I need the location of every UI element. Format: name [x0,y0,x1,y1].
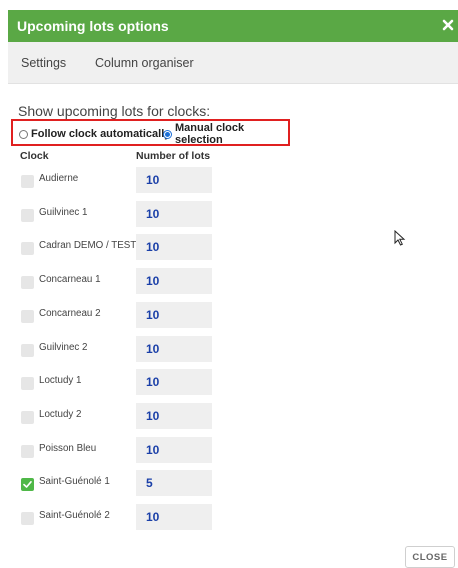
radio-follow-clock-label: Follow clock automatically [31,128,171,140]
radio-manual-selection[interactable]: Manual clock selection [163,122,288,146]
clock-name: Audierne [39,173,79,184]
clock-name: Saint-Guénolé 2 [39,510,110,521]
clock-mode-group: Follow clock automatically Manual clock … [11,119,290,146]
clock-name: Cadran DEMO / TEST [39,240,137,251]
table-row: Concarneau 1 10 [0,268,300,294]
clock-checkbox[interactable] [21,276,34,289]
close-x-icon[interactable] [440,16,456,34]
clock-checkbox[interactable] [21,344,34,357]
lots-input[interactable]: 10 [136,504,212,530]
clock-checkbox[interactable] [21,377,34,390]
dialog-title: Upcoming lots options [17,18,169,34]
column-header-lots: Number of lots [136,150,211,162]
radio-unselected-icon[interactable] [19,129,28,139]
lots-input[interactable]: 10 [136,268,212,294]
checkmark-icon [23,481,32,488]
clock-checkbox-checked[interactable] [21,478,34,491]
clock-name: Guilvinec 1 [39,207,88,218]
lots-input[interactable]: 10 [136,369,212,395]
section-heading: Show upcoming lots for clocks: [18,103,211,119]
tab-column-organiser[interactable]: Column organiser [95,56,194,70]
lots-input[interactable]: 10 [136,403,212,429]
lots-input[interactable]: 10 [136,437,212,463]
radio-selected-icon[interactable] [163,129,172,139]
lots-input[interactable]: 10 [136,167,212,193]
clock-checkbox[interactable] [21,310,34,323]
clock-name: Concarneau 2 [39,308,101,319]
table-row: Guilvinec 2 10 [0,336,300,362]
clock-checkbox[interactable] [21,445,34,458]
lots-input[interactable]: 10 [136,302,212,328]
clock-checkbox[interactable] [21,512,34,525]
table-row: Poisson Bleu 10 [0,437,300,463]
table-row: Guilvinec 1 10 [0,201,300,227]
clock-checkbox[interactable] [21,242,34,255]
lots-input[interactable]: 10 [136,201,212,227]
tab-settings[interactable]: Settings [21,56,66,70]
lots-input[interactable]: 10 [136,234,212,260]
lots-input[interactable]: 5 [136,470,212,496]
table-row: Saint-Guénolé 1 5 [0,470,300,496]
table-row: Concarneau 2 10 [0,302,300,328]
clock-name: Concarneau 1 [39,274,101,285]
clock-checkbox[interactable] [21,175,34,188]
table-row: Cadran DEMO / TEST 10 [0,234,300,260]
clock-name: Loctudy 2 [39,409,82,420]
top-strip [0,0,458,10]
lots-input[interactable]: 10 [136,336,212,362]
clock-checkbox[interactable] [21,209,34,222]
column-header-clock: Clock [20,150,49,162]
mouse-pointer-icon [394,229,406,246]
clock-checkbox[interactable] [21,411,34,424]
tab-bar: Settings Column organiser [8,42,458,84]
table-row: Saint-Guénolé 2 10 [0,504,300,530]
radio-follow-clock[interactable]: Follow clock automatically [19,127,170,141]
clock-name: Poisson Bleu [39,443,97,454]
table-row: Loctudy 2 10 [0,403,300,429]
clock-name: Loctudy 1 [39,375,82,386]
clock-name: Saint-Guénolé 1 [39,476,110,487]
clock-name: Guilvinec 2 [39,342,88,353]
radio-manual-selection-label: Manual clock selection [175,122,245,146]
table-row: Loctudy 1 10 [0,369,300,395]
table-row: Audierne 10 [0,167,300,193]
dialog-titlebar: Upcoming lots options [8,10,458,42]
